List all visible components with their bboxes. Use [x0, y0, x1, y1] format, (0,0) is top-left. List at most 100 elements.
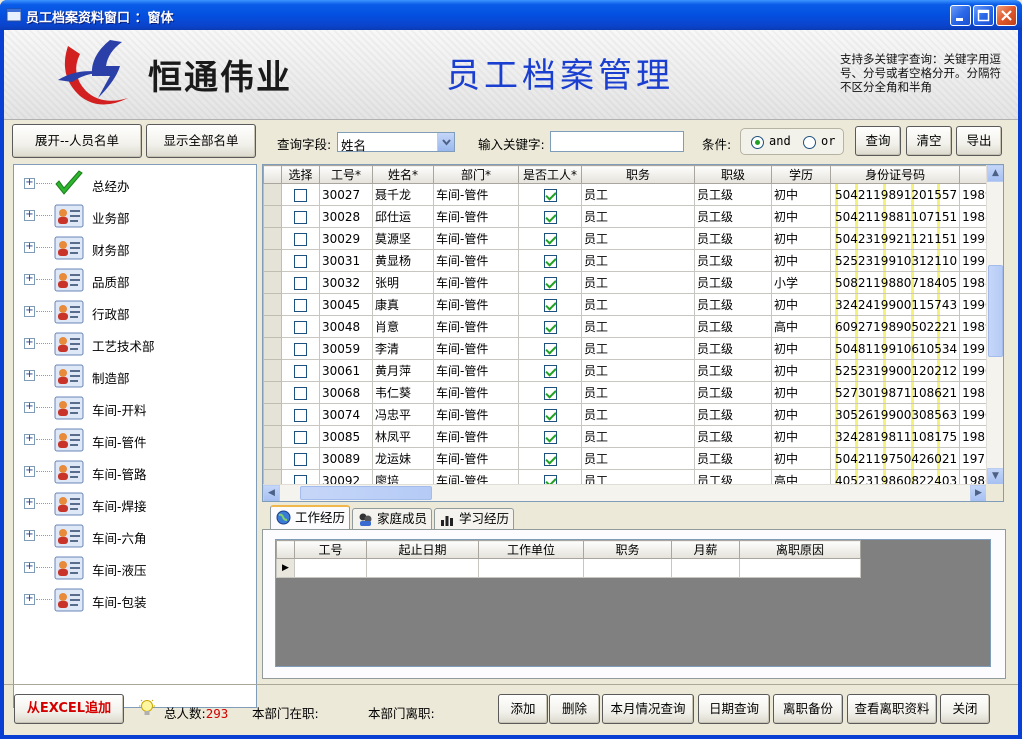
select-cell[interactable]: [281, 227, 320, 250]
dept-cell[interactable]: 车间-管件: [433, 337, 519, 360]
select-checkbox[interactable]: [294, 342, 307, 356]
title-cell[interactable]: 员工: [581, 337, 695, 360]
table-row[interactable]: 30032 张明 车间-管件 员工 员工级 小学 5082119880718405 1988: [263, 271, 1001, 294]
select-cell[interactable]: [281, 425, 320, 448]
worker-checkbox[interactable]: [543, 452, 557, 466]
delete-button[interactable]: 删除: [549, 694, 600, 724]
field-select[interactable]: 姓名: [337, 132, 455, 153]
level-cell[interactable]: 员工级: [694, 447, 772, 470]
idcard-cell[interactable]: 5042119891201557: [829, 183, 961, 206]
tree-node[interactable]: + 车间-包装: [14, 585, 254, 617]
name-cell[interactable]: 龙运妹: [372, 447, 434, 470]
row-selector[interactable]: [263, 205, 282, 228]
table-row[interactable]: 30045 康真 车间-管件 员工 员工级 初中 3242419900115743 1990: [263, 293, 1001, 316]
title-cell[interactable]: 员工: [581, 271, 695, 294]
id-cell[interactable]: 30061: [319, 359, 373, 382]
select-checkbox[interactable]: [294, 276, 307, 290]
column-header[interactable]: 起止日期: [366, 540, 479, 559]
column-header[interactable]: 是否工人*: [518, 165, 582, 184]
edu-cell[interactable]: 初中: [771, 205, 831, 228]
select-checkbox[interactable]: [294, 232, 307, 246]
table-row[interactable]: 30028 邱仕运 车间-管件 员工 员工级 初中 5042119881107151 1988: [263, 205, 1001, 228]
keyword-input[interactable]: [550, 131, 684, 152]
column-header[interactable]: 选择: [281, 165, 320, 184]
tree-node[interactable]: + 财务部: [14, 233, 254, 265]
expand-icon[interactable]: +: [24, 402, 35, 413]
cell[interactable]: [583, 558, 672, 578]
tree-node[interactable]: + 车间-开料: [14, 393, 254, 425]
excel-import-button[interactable]: 从EXCEL追加: [14, 694, 124, 724]
worker-cell[interactable]: [518, 271, 582, 294]
select-checkbox[interactable]: [294, 386, 307, 400]
close-button[interactable]: 关闭: [940, 694, 990, 724]
id-cell[interactable]: 30089: [319, 447, 373, 470]
name-cell[interactable]: 莫源坚: [372, 227, 434, 250]
select-checkbox[interactable]: [294, 452, 307, 466]
expand-icon[interactable]: +: [24, 210, 35, 221]
table-row[interactable]: 30068 韦仁葵 车间-管件 员工 员工级 初中 5273019871108621 1987: [263, 381, 1001, 404]
idcard-cell[interactable]: 5042119750426021: [829, 447, 961, 470]
title-bar[interactable]: 员工档案资料窗口 ：窗体: [0, 0, 1022, 30]
id-cell[interactable]: 30048: [319, 315, 373, 338]
scroll-right-icon[interactable]: ▶: [970, 485, 987, 501]
table-row[interactable]: 30085 林凤平 车间-管件 员工 员工级 初中 3242819811108175 1981: [263, 425, 1001, 448]
select-checkbox[interactable]: [294, 210, 307, 224]
row-selector[interactable]: [263, 425, 282, 448]
scroll-up-icon[interactable]: ▲: [987, 165, 1003, 182]
level-cell[interactable]: 员工级: [694, 293, 772, 316]
name-cell[interactable]: 韦仁葵: [372, 381, 434, 404]
worker-checkbox[interactable]: [543, 342, 557, 356]
close-window-button[interactable]: [996, 5, 1017, 26]
name-cell[interactable]: 林凤平: [372, 425, 434, 448]
worker-checkbox[interactable]: [543, 386, 557, 400]
tree-node[interactable]: + 车间-管件: [14, 425, 254, 457]
worker-checkbox[interactable]: [543, 188, 557, 202]
title-cell[interactable]: 员工: [581, 403, 695, 426]
select-cell[interactable]: [281, 271, 320, 294]
tree-node[interactable]: + 车间-液压: [14, 553, 254, 585]
idcard-cell[interactable]: 5042319921121151: [829, 227, 961, 250]
edu-cell[interactable]: 小学: [771, 271, 831, 294]
row-selector[interactable]: [263, 381, 282, 404]
row-selector[interactable]: [263, 249, 282, 272]
title-cell[interactable]: 员工: [581, 293, 695, 316]
row-selector[interactable]: [263, 183, 282, 206]
table-row[interactable]: 30029 莫源坚 车间-管件 员工 员工级 初中 5042319921121151 1992: [263, 227, 1001, 250]
column-header[interactable]: 部门*: [433, 165, 519, 184]
edu-cell[interactable]: 初中: [771, 293, 831, 316]
select-checkbox[interactable]: [294, 254, 307, 268]
dept-cell[interactable]: 车间-管件: [433, 381, 519, 404]
worker-checkbox[interactable]: [543, 276, 557, 290]
worker-cell[interactable]: [518, 227, 582, 250]
name-cell[interactable]: 肖意: [372, 315, 434, 338]
worker-cell[interactable]: [518, 403, 582, 426]
tree-node[interactable]: + 车间-管路: [14, 457, 254, 489]
row-selector[interactable]: [263, 403, 282, 426]
dept-cell[interactable]: 车间-管件: [433, 205, 519, 228]
grid-vertical-scrollbar[interactable]: ▲ ▼: [986, 165, 1003, 485]
dept-cell[interactable]: 车间-管件: [433, 403, 519, 426]
title-cell[interactable]: 员工: [581, 381, 695, 404]
grid-horizontal-scrollbar[interactable]: ◀ ▶: [263, 484, 987, 501]
select-cell[interactable]: [281, 205, 320, 228]
edu-cell[interactable]: 高中: [771, 315, 831, 338]
edu-cell[interactable]: 初中: [771, 249, 831, 272]
worker-checkbox[interactable]: [543, 320, 557, 334]
name-cell[interactable]: 康真: [372, 293, 434, 316]
tree-node[interactable]: + 车间-焊接: [14, 489, 254, 521]
edu-cell[interactable]: 初中: [771, 227, 831, 250]
name-cell[interactable]: 李清: [372, 337, 434, 360]
idcard-cell[interactable]: 3242419900115743: [829, 293, 961, 316]
show-all-button[interactable]: 显示全部名单: [146, 124, 256, 158]
level-cell[interactable]: 员工级: [694, 337, 772, 360]
edu-cell[interactable]: 初中: [771, 403, 831, 426]
level-cell[interactable]: 员工级: [694, 227, 772, 250]
expand-icon[interactable]: +: [24, 434, 35, 445]
column-header[interactable]: 月薪: [671, 540, 740, 559]
id-cell[interactable]: 30029: [319, 227, 373, 250]
date-query-button[interactable]: 日期查询: [698, 694, 770, 724]
dept-cell[interactable]: 车间-管件: [433, 271, 519, 294]
column-header[interactable]: 职务: [583, 540, 672, 559]
name-cell[interactable]: 张明: [372, 271, 434, 294]
expand-icon[interactable]: +: [24, 274, 35, 285]
